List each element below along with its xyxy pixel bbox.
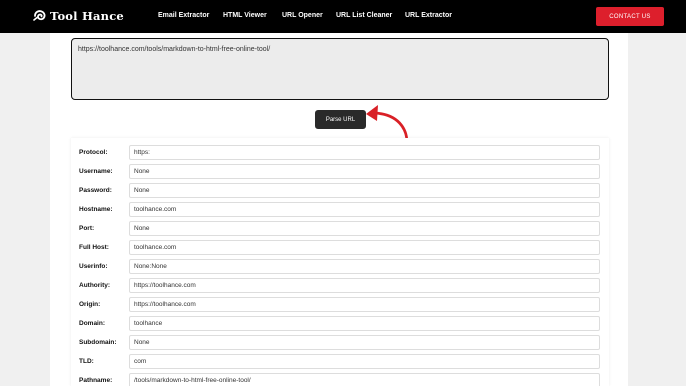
parsed-results-table: Protocol: https: Username: None Password… bbox=[71, 138, 609, 386]
result-row-userinfo: Userinfo: None:None bbox=[71, 259, 609, 278]
result-row-authority: Authority: https://toolhance.com bbox=[71, 278, 609, 297]
result-label: Username: bbox=[79, 168, 113, 175]
result-label: TLD: bbox=[79, 358, 94, 365]
result-value-field[interactable]: https://toolhance.com bbox=[129, 278, 600, 293]
result-value-field[interactable]: toolhance bbox=[129, 316, 600, 331]
result-row-origin: Origin: https://toolhance.com bbox=[71, 297, 609, 316]
result-value-field[interactable]: /tools/markdown-to-html-free-online-tool… bbox=[129, 373, 600, 386]
contact-us-button[interactable]: CONTACT US bbox=[596, 7, 664, 26]
top-navbar: Tool Hance Email Extractor HTML Viewer U… bbox=[0, 0, 686, 33]
parse-url-button[interactable]: Parse URL bbox=[315, 110, 366, 129]
nav-link-url-list-cleaner[interactable]: URL List Cleaner bbox=[336, 12, 392, 19]
result-row-hostname: Hostname: toolhance.com bbox=[71, 202, 609, 221]
result-value-field[interactable]: None:None bbox=[129, 259, 600, 274]
result-label: Port: bbox=[79, 225, 95, 232]
result-value-field[interactable]: None bbox=[129, 183, 600, 198]
result-label: Pathname: bbox=[79, 377, 113, 384]
result-row-tld: TLD: com bbox=[71, 354, 609, 373]
brand-logo[interactable]: Tool Hance bbox=[33, 9, 124, 23]
nav-link-html-viewer[interactable]: HTML Viewer bbox=[223, 12, 267, 19]
result-label: Protocol: bbox=[79, 149, 108, 156]
result-value-field[interactable]: toolhance.com bbox=[129, 240, 600, 255]
result-value-field[interactable]: https: bbox=[129, 145, 600, 160]
result-label: Hostname: bbox=[79, 206, 113, 213]
brand-name: Tool Hance bbox=[50, 9, 124, 23]
result-label: Authority: bbox=[79, 282, 111, 289]
nav-link-url-extractor[interactable]: URL Extractor bbox=[405, 12, 452, 19]
result-row-protocol: Protocol: https: bbox=[71, 145, 609, 164]
result-row-password: Password: None bbox=[71, 183, 609, 202]
nav-link-url-opener[interactable]: URL Opener bbox=[282, 12, 323, 19]
result-value-field[interactable]: toolhance.com bbox=[129, 202, 600, 217]
swirl-logo-icon bbox=[33, 10, 46, 21]
result-label: Domain: bbox=[79, 320, 105, 327]
result-label: Origin: bbox=[79, 301, 101, 308]
result-value-field[interactable]: None bbox=[129, 164, 600, 179]
result-value-field[interactable]: None bbox=[129, 221, 600, 236]
result-row-pathname: Pathname: /tools/markdown-to-html-free-o… bbox=[71, 373, 609, 386]
url-input[interactable]: https://toolhance.com/tools/markdown-to-… bbox=[71, 38, 609, 100]
result-label: Password: bbox=[79, 187, 112, 194]
result-value-field[interactable]: None bbox=[129, 335, 600, 350]
result-value-field[interactable]: https://toolhance.com bbox=[129, 297, 600, 312]
nav-link-email-extractor[interactable]: Email Extractor bbox=[158, 12, 209, 19]
result-row-port: Port: None bbox=[71, 221, 609, 240]
result-row-domain: Domain: toolhance bbox=[71, 316, 609, 335]
result-label: Full Host: bbox=[79, 244, 109, 251]
result-label: Subdomain: bbox=[79, 339, 117, 346]
result-row-subdomain: Subdomain: None bbox=[71, 335, 609, 354]
result-label: Userinfo: bbox=[79, 263, 108, 270]
result-row-username: Username: None bbox=[71, 164, 609, 183]
result-row-full-host: Full Host: toolhance.com bbox=[71, 240, 609, 259]
result-value-field[interactable]: com bbox=[129, 354, 600, 369]
